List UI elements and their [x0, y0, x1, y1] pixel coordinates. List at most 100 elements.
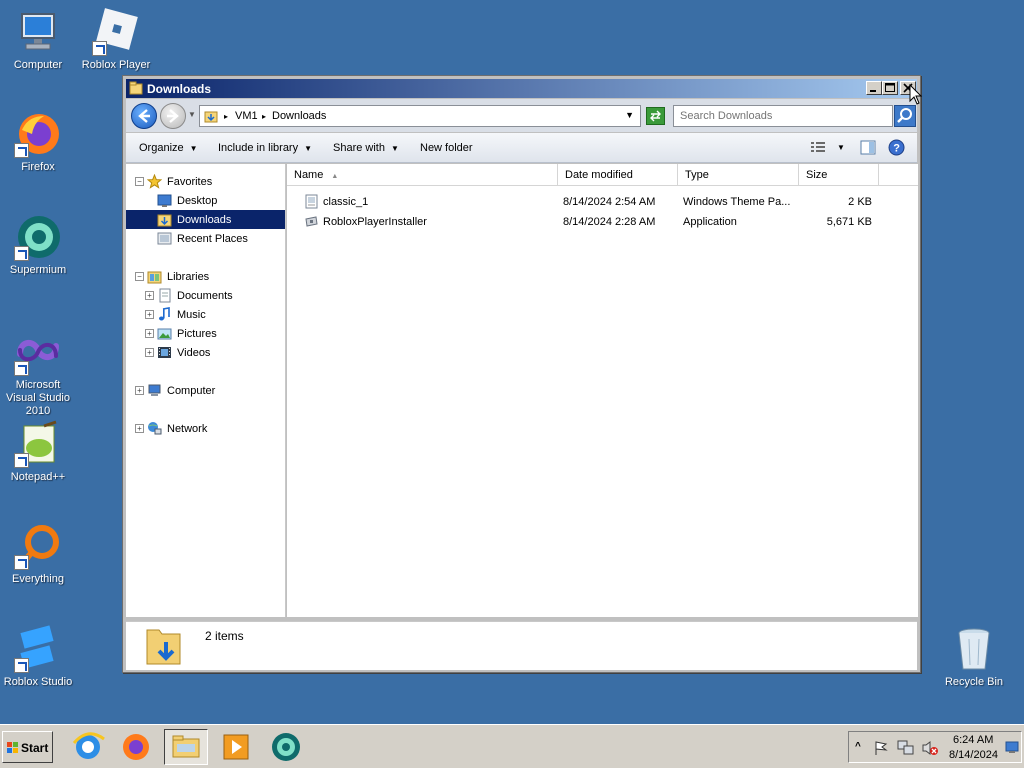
maximize-button[interactable]: [882, 81, 898, 95]
svg-text:?: ?: [893, 143, 900, 155]
show-desktop-icon: [1005, 741, 1019, 753]
tree-item-desktop[interactable]: Desktop: [126, 191, 285, 210]
desktop-icon-visual-studio[interactable]: Microsoft Visual Studio 2010: [0, 328, 76, 418]
desktop-icon-recycle-bin[interactable]: Recycle Bin: [936, 625, 1012, 689]
tree-item-downloads[interactable]: Downloads: [126, 210, 285, 229]
refresh-button[interactable]: [646, 107, 665, 125]
shortcut-arrow-icon: [92, 41, 107, 56]
desktop-icon-everything[interactable]: Everything: [0, 522, 76, 586]
change-view-button[interactable]: [810, 140, 826, 157]
desktop-icon-roblox-player[interactable]: Roblox Player: [78, 8, 154, 72]
item-count: 2 items: [205, 629, 244, 643]
show-hidden-icons-button[interactable]: ^: [855, 741, 861, 752]
recent-pages-dropdown[interactable]: ▼: [188, 110, 196, 119]
desktop-icon-supermium[interactable]: Supermium: [0, 213, 76, 277]
file-row-classic-1[interactable]: classic_1 8/14/2024 2:54 AM Windows Them…: [287, 192, 918, 212]
organize-menu[interactable]: Organize ▼: [139, 142, 198, 154]
expand-toggle[interactable]: +: [135, 386, 144, 395]
expand-toggle[interactable]: +: [145, 291, 154, 300]
file-size: 5,671 KB: [826, 216, 872, 228]
clock-time[interactable]: 6:24 AM: [953, 734, 993, 746]
expand-toggle[interactable]: +: [135, 424, 144, 433]
folder-icon: [129, 81, 143, 95]
search-button[interactable]: [894, 105, 916, 127]
preview-pane-button[interactable]: [860, 140, 876, 158]
arrow-right-icon: [167, 109, 179, 123]
column-header-name[interactable]: Name ▲: [287, 164, 558, 186]
action-center-flag-icon[interactable]: [873, 740, 889, 756]
help-button[interactable]: ?: [888, 139, 905, 159]
breadcrumb-vm1[interactable]: VM1: [235, 110, 258, 122]
tree-item-recent-places[interactable]: Recent Places: [126, 229, 285, 248]
include-in-library-menu[interactable]: Include in library ▼: [218, 142, 312, 154]
recycle-bin-icon: [950, 625, 998, 673]
file-type: Windows Theme Pa...: [683, 196, 791, 208]
taskbar-windows-explorer[interactable]: [164, 729, 208, 765]
expand-toggle[interactable]: +: [145, 329, 154, 338]
taskbar: Start ^ 6:24 AM 8/14/2024: [0, 724, 1024, 768]
show-desktop-button[interactable]: [1005, 740, 1019, 754]
explorer-window[interactable]: Downloads ▼ ▸ VM1 ▸ Downloads ▼ Search D…: [122, 75, 921, 673]
file-row-roblox-installer[interactable]: RobloxPlayerInstaller 8/14/2024 2:28 AM …: [287, 212, 918, 232]
taskbar-media-player[interactable]: [214, 729, 258, 765]
notification-area: ^ 6:24 AM 8/14/2024: [848, 731, 1022, 763]
desktop-icon-roblox-studio[interactable]: Roblox Studio: [0, 625, 76, 689]
downloads-folder-icon: [146, 629, 181, 665]
desktop-icon-computer[interactable]: Computer: [0, 8, 76, 72]
windows-explorer-icon: [172, 735, 200, 758]
column-header-size[interactable]: Size: [799, 164, 879, 186]
tree-item-videos[interactable]: + Videos: [126, 343, 285, 362]
visual-studio-icon: [14, 328, 62, 376]
breadcrumb-separator[interactable]: ▸: [262, 112, 266, 121]
tree-item-favorites[interactable]: − Favorites: [126, 172, 285, 191]
tree-item-music[interactable]: + Music: [126, 305, 285, 324]
new-folder-button[interactable]: New folder: [420, 142, 473, 154]
taskbar-firefox[interactable]: [114, 729, 158, 765]
breadcrumb-downloads[interactable]: Downloads: [272, 110, 326, 122]
downloads-folder-icon: [204, 111, 218, 123]
shortcut-arrow-icon: [14, 658, 29, 673]
breadcrumb-separator[interactable]: ▸: [224, 112, 228, 121]
expand-toggle[interactable]: +: [145, 310, 154, 319]
column-header-date-modified[interactable]: Date modified: [558, 164, 678, 186]
volume-muted-icon[interactable]: [921, 740, 939, 756]
tree-item-network[interactable]: + Network: [126, 419, 285, 438]
start-button[interactable]: Start: [2, 731, 53, 763]
view-options-dropdown[interactable]: ▼: [837, 143, 845, 152]
internet-explorer-icon: [72, 732, 105, 759]
expand-toggle[interactable]: +: [145, 348, 154, 357]
tree-item-pictures[interactable]: + Pictures: [126, 324, 285, 343]
desktop-icon-firefox[interactable]: Firefox: [0, 110, 76, 174]
address-history-dropdown[interactable]: ▼: [625, 110, 634, 120]
roblox-player-icon: [92, 8, 140, 56]
network-status-icon[interactable]: [897, 740, 915, 756]
minimize-button[interactable]: [866, 81, 882, 95]
title-bar[interactable]: Downloads: [126, 79, 917, 98]
desktop-icon-notepadpp[interactable]: Notepad++: [0, 420, 76, 484]
tree-item-documents[interactable]: + Documents: [126, 286, 285, 305]
column-header-type[interactable]: Type: [678, 164, 799, 186]
share-with-menu[interactable]: Share with ▼: [333, 142, 399, 154]
libraries-icon: [147, 271, 162, 284]
file-list: Name ▲ Date modified Type Size classic_1 …: [287, 164, 918, 617]
tree-item-computer[interactable]: + Computer: [126, 381, 285, 400]
view-options-icon: [811, 142, 825, 152]
file-name: classic_1: [323, 196, 369, 208]
pictures-icon: [157, 328, 172, 340]
taskbar-internet-explorer[interactable]: [66, 729, 110, 765]
address-bar[interactable]: ▸ VM1 ▸ Downloads ▼: [199, 105, 641, 127]
search-icon: [897, 108, 912, 123]
forward-button[interactable]: [160, 103, 186, 129]
computer-icon: [14, 8, 62, 56]
collapse-toggle[interactable]: −: [135, 177, 144, 186]
tree-item-libraries[interactable]: − Libraries: [126, 267, 285, 286]
search-input[interactable]: [673, 105, 893, 127]
taskbar-supermium[interactable]: [264, 729, 308, 765]
back-button[interactable]: [131, 103, 157, 129]
clock-date[interactable]: 8/14/2024: [949, 749, 998, 761]
everything-icon: [14, 522, 62, 570]
firefox-icon: [14, 110, 62, 158]
documents-icon: [159, 288, 171, 303]
collapse-toggle[interactable]: −: [135, 272, 144, 281]
command-bar: Organize ▼ Include in library ▼ Share with…: [126, 133, 917, 163]
